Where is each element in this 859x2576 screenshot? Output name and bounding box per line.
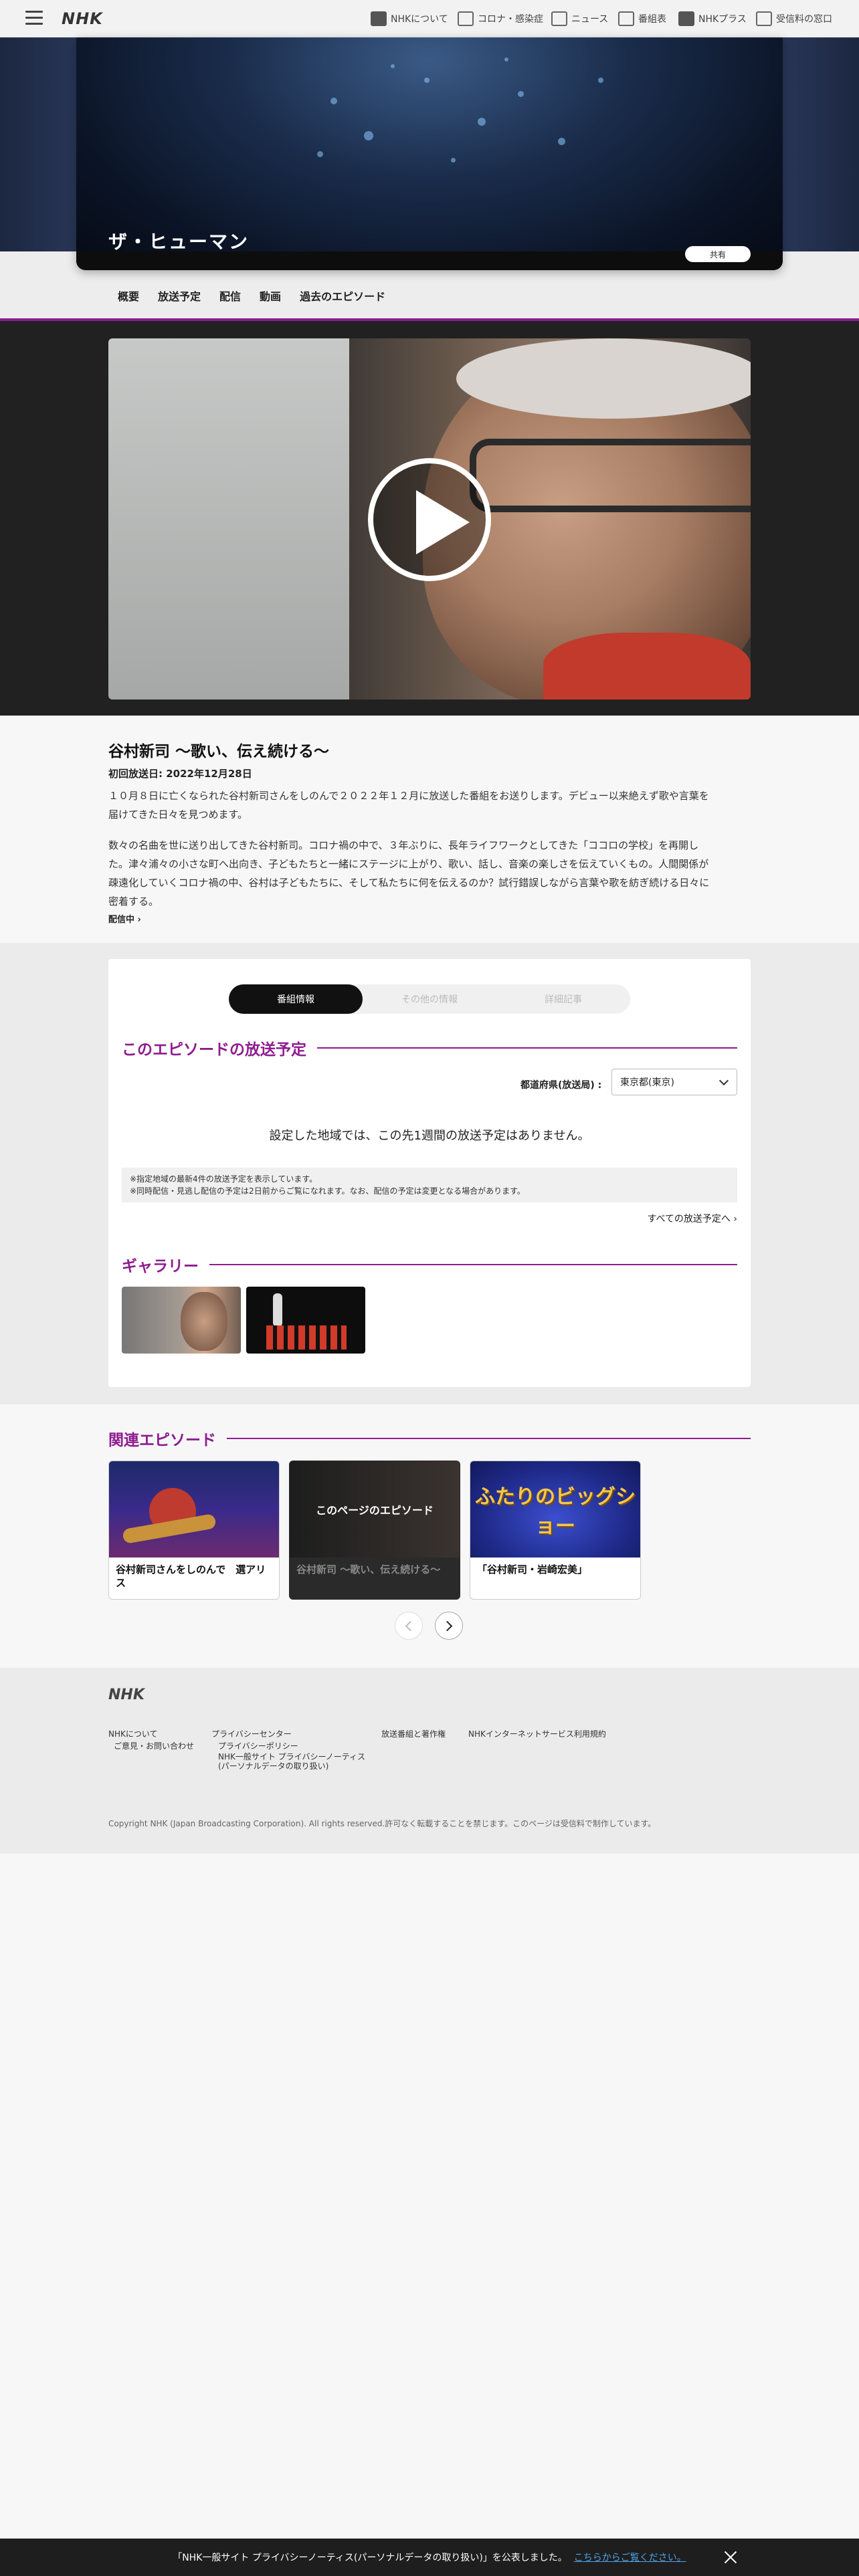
nav-license-fee[interactable]: 受信料の窓口 <box>756 9 832 28</box>
related-episode-caption: 「谷村新司・岩崎宏美」 <box>477 1564 588 1576</box>
play-icon <box>416 490 470 554</box>
footer-link-privacy-center[interactable]: プライバシーセンター <box>211 1728 292 1739</box>
prefecture-select[interactable]: 東京都(東京) <box>611 1069 737 1095</box>
footer-link-copyright[interactable]: 放送番組と著作権 <box>381 1728 446 1739</box>
hamburger-menu-icon[interactable] <box>25 11 43 25</box>
streaming-link[interactable]: 配信中 › <box>108 912 141 925</box>
segment-program-info[interactable]: 番組情報 <box>229 984 363 1014</box>
gallery <box>122 1287 365 1354</box>
nav-label: コロナ・感染症 <box>478 14 543 25</box>
schedule-card: 番組情報 その他の情報 詳細記事 このエピソードの放送予定 都道府県(放送局) … <box>108 959 751 1387</box>
close-icon[interactable] <box>723 2549 739 2565</box>
segment-articles[interactable]: 詳細記事 <box>496 984 630 1014</box>
show-logo-text: ふたりのビッグショー <box>475 1485 636 1538</box>
nav-tv-guide[interactable]: 番組表 <box>618 9 666 28</box>
show-title: ザ・ヒューマン <box>108 231 250 253</box>
chevron-down-icon <box>719 1075 729 1086</box>
privacy-notice-text: 「NHK一般サイト プライバシーノーティス(パーソナルデータの取り扱い)」を公表… <box>173 2553 567 2563</box>
gallery-image-stage[interactable] <box>246 1287 365 1354</box>
global-header: NHK NHKについて コロナ・感染症 ニュース 番組表 NHKプラス 受信料の… <box>0 0 859 37</box>
segment-other-info[interactable]: その他の情報 <box>363 984 496 1014</box>
nav-label: 受信料の窓口 <box>776 14 832 25</box>
carousel-next-button[interactable] <box>435 1612 463 1640</box>
related-episodes-heading: 関連エピソード <box>108 1427 751 1450</box>
episode-description-1: １０月８日に亡くなられた谷村新司さんをしのんで２０２２年１２月に放送した番組をお… <box>108 790 709 821</box>
nav-label: 番組表 <box>638 14 666 25</box>
footer: NHK NHKについて ご意見・お問い合わせ プライバシーセンター プライバシー… <box>0 1668 859 1854</box>
tab-past-episodes[interactable]: 過去のエピソード <box>300 288 385 304</box>
gallery-image-portrait[interactable] <box>122 1287 241 1354</box>
tab-videos[interactable]: 動画 <box>260 288 281 304</box>
related-episode-caption: 谷村新司さんをしのんで 選アリス <box>116 1564 266 1589</box>
tab-overview[interactable]: 概要 <box>118 288 139 304</box>
nav-nhk-about[interactable]: NHKについて <box>371 9 448 28</box>
nhk-plus-icon <box>678 11 694 26</box>
all-schedule-link[interactable]: すべての放送予定へ › <box>647 1212 737 1225</box>
episode-description-2: 数々の名曲を世に送り出してきた谷村新司。コロナ禍の中で、３年ぶりに、長年ライフワ… <box>108 839 710 907</box>
first-air-date: 初回放送日: 2022年12月28日 <box>108 768 252 780</box>
share-button[interactable]: 共有 <box>685 246 751 262</box>
nav-nhk-plus[interactable]: NHKプラス <box>678 9 747 28</box>
tv-guide-icon <box>618 11 634 26</box>
copyright-text: Copyright NHK (Japan Broadcasting Corpor… <box>108 1819 656 1828</box>
footer-link-privacy-policy[interactable]: プライバシーポリシー <box>218 1740 298 1751</box>
tab-schedule[interactable]: 放送予定 <box>158 288 201 304</box>
gallery-heading: ギャラリー <box>122 1253 737 1276</box>
tab-streaming[interactable]: 配信 <box>219 288 241 304</box>
hero-banner: ザ・ヒューマン 共有 <box>76 37 783 270</box>
nhk-logo[interactable]: NHK <box>62 9 103 28</box>
related-episode-card[interactable]: 谷村新司さんをしのんで 選アリス <box>108 1461 280 1600</box>
episode-title: 谷村新司 ～歌い、伝え続ける～ <box>108 743 330 760</box>
nav-label: ニュース <box>571 14 609 25</box>
schedule-notes: ※指定地域の最新4件の放送予定を表示しています。 ※同時配信・見逃し配信の予定は… <box>122 1168 737 1202</box>
nav-news[interactable]: ニュース <box>551 9 608 28</box>
license-fee-icon <box>756 11 772 26</box>
nav-corona[interactable]: コロナ・感染症 <box>458 9 543 28</box>
schedule-heading: このエピソードの放送予定 <box>122 1037 737 1059</box>
nav-label: NHKについて <box>391 14 448 25</box>
related-episode-caption: 谷村新司 ～歌い、伝え続ける～ <box>296 1564 441 1576</box>
corona-icon <box>458 11 474 26</box>
related-episode-card-current[interactable]: このページのエピソード 谷村新司 ～歌い、伝え続ける～ <box>289 1461 460 1600</box>
related-episode-card[interactable]: ふたりのビッグショー 「谷村新司・岩崎宏美」 <box>470 1461 641 1600</box>
chevron-right-icon: › <box>137 915 141 925</box>
footer-link-terms[interactable]: NHKインターネットサービス利用規約 <box>468 1728 606 1739</box>
chevron-right-icon: › <box>733 1214 737 1224</box>
nav-label: NHKプラス <box>698 14 747 25</box>
footer-link-privacy-notice-sub[interactable]: (パーソナルデータの取り扱い) <box>218 1760 328 1772</box>
privacy-notice-bar: 「NHK一般サイト プライバシーノーティス(パーソナルデータの取り扱い)」を公表… <box>0 2539 859 2576</box>
footer-nhk-logo[interactable]: NHK <box>108 1687 145 1703</box>
footer-link-about[interactable]: NHKについて <box>108 1728 158 1739</box>
no-schedule-message: 設定した地域では、この先1週間の放送予定はありません。 <box>269 1129 590 1143</box>
news-icon <box>551 11 567 26</box>
chevron-right-icon <box>442 1620 453 1632</box>
prefecture-label: 都道府県(放送局) : <box>520 1080 602 1091</box>
footer-link-contact[interactable]: ご意見・お問い合わせ <box>114 1740 194 1751</box>
privacy-notice-link[interactable]: こちらからご覧ください。 <box>574 2551 686 2564</box>
play-button[interactable] <box>368 458 491 581</box>
nhk-icon <box>371 11 387 26</box>
info-segmented-control: 番組情報 その他の情報 詳細記事 <box>229 984 630 1014</box>
chevron-left-icon <box>405 1620 416 1632</box>
current-episode-overlay: このページのエピソード <box>316 1504 434 1517</box>
program-tabs: 概要 放送予定 配信 動画 過去のエピソード <box>118 288 404 304</box>
carousel-prev-button[interactable] <box>395 1612 423 1640</box>
page: NHK NHKについて コロナ・感染症 ニュース 番組表 NHKプラス 受信料の… <box>0 0 859 2576</box>
